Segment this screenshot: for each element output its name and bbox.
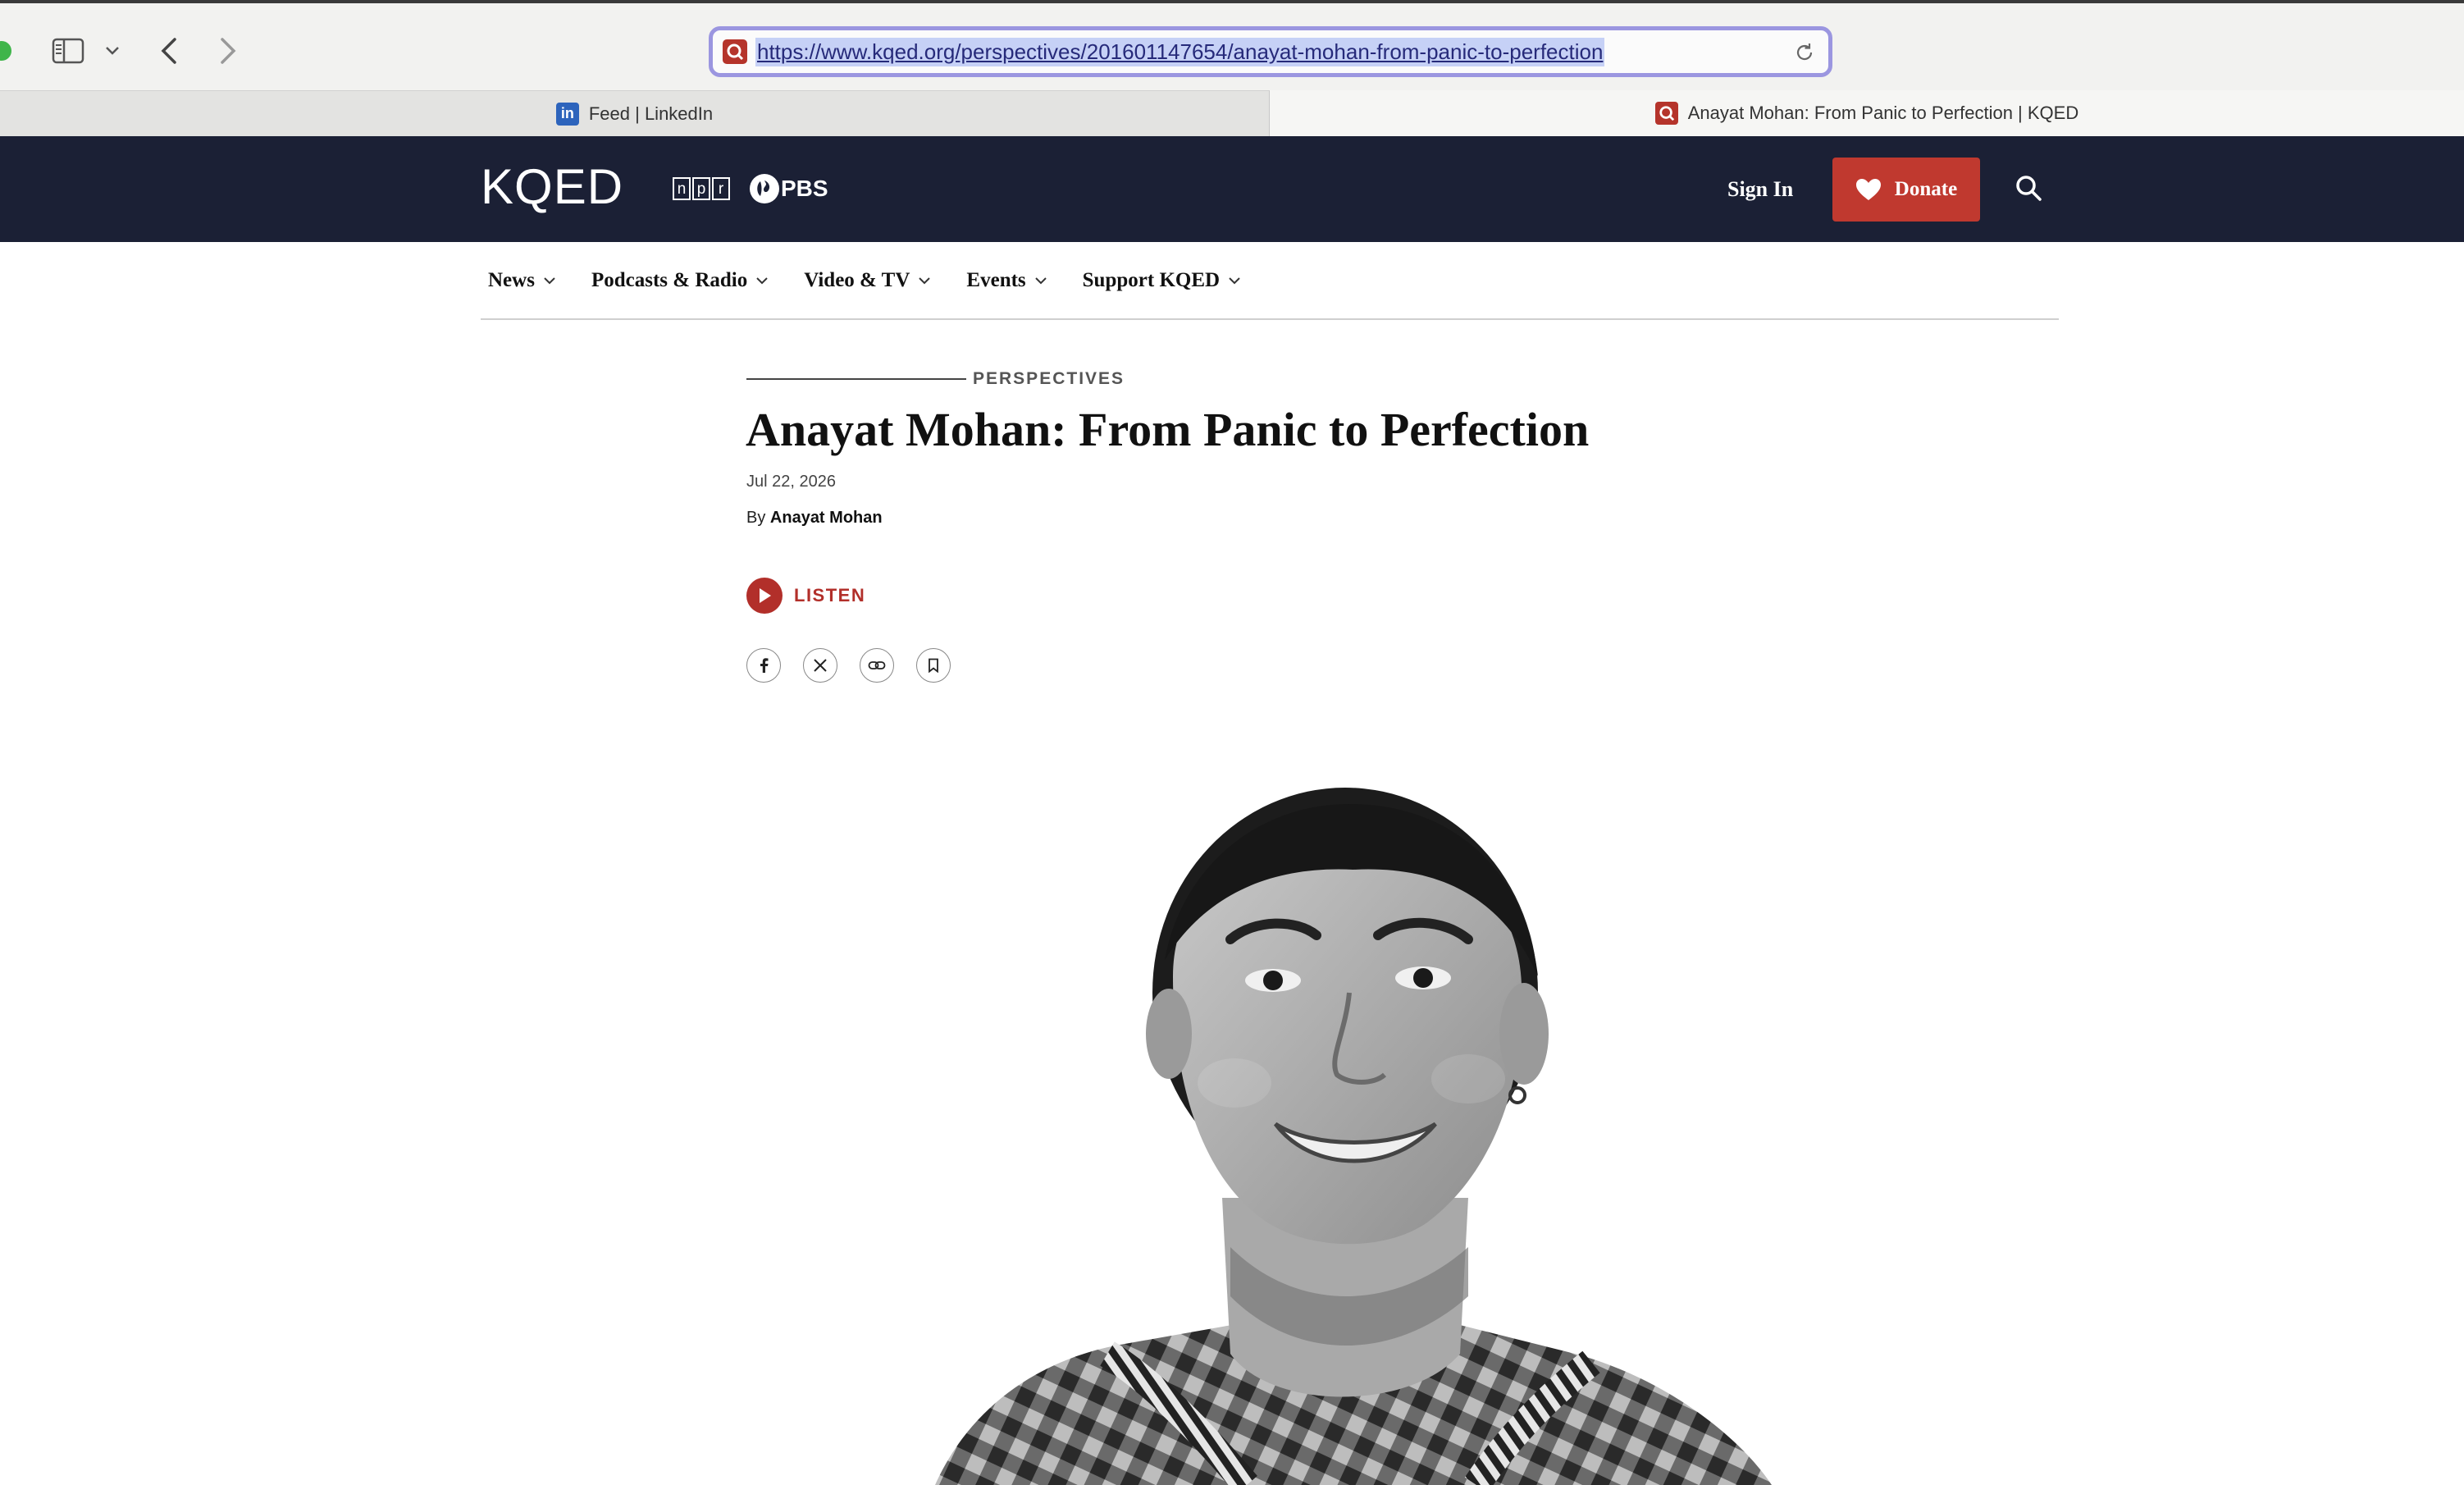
- site-header: KQED n p r PBS Sign In Donate: [0, 136, 2464, 242]
- chevron-down-icon: [1229, 276, 1240, 284]
- nav-label: Podcasts & Radio: [591, 268, 748, 291]
- linkedin-favicon-icon: in: [555, 102, 579, 126]
- kqed-favicon-icon: [723, 39, 747, 64]
- author-link[interactable]: Anayat Mohan: [770, 509, 883, 527]
- back-arrow-icon[interactable]: [153, 33, 185, 69]
- npr-letter: p: [692, 177, 710, 200]
- nav-label: News: [488, 268, 535, 291]
- article-date: Jul 22, 2026: [746, 473, 836, 491]
- article-title: Anayat Mohan: From Panic to Perfection: [746, 403, 1590, 456]
- nav-label: Events: [966, 268, 1026, 291]
- pbs-text: PBS: [781, 176, 828, 201]
- tab-linkedin[interactable]: in Feed | LinkedIn: [0, 90, 1270, 136]
- x-icon[interactable]: [803, 648, 837, 683]
- pbs-head-icon: [750, 174, 779, 203]
- chevron-down-icon: [919, 276, 931, 284]
- section-label[interactable]: PERSPECTIVES: [973, 369, 1125, 389]
- donate-button[interactable]: Donate: [1832, 158, 1980, 222]
- nav-item-podcasts-radio[interactable]: Podcasts & Radio: [591, 269, 769, 292]
- reload-icon[interactable]: [1792, 40, 1817, 65]
- nav-label: Video & TV: [804, 268, 910, 291]
- npr-logo[interactable]: n p r: [673, 177, 732, 200]
- heart-icon: [1855, 179, 1881, 200]
- tab-kqed-article[interactable]: Anayat Mohan: From Panic to Perfection |…: [1270, 90, 2464, 136]
- nav-label: Support KQED: [1082, 268, 1221, 291]
- nav-item-events[interactable]: Events: [966, 269, 1047, 292]
- article-hero-photo: [902, 788, 1805, 1485]
- address-bar[interactable]: https://www.kqed.org/perspectives/201601…: [709, 26, 1832, 77]
- npr-letter: r: [712, 177, 730, 200]
- pbs-logo[interactable]: PBS: [750, 174, 828, 203]
- byline-prefix: By: [746, 509, 766, 527]
- tab-title: Feed | LinkedIn: [588, 103, 714, 124]
- sign-in-link[interactable]: Sign In: [1727, 177, 1793, 202]
- kqed-logo[interactable]: KQED: [481, 162, 623, 212]
- link-icon[interactable]: [860, 648, 894, 683]
- chevron-down-icon: [1034, 276, 1047, 284]
- donate-label: Donate: [1894, 178, 1958, 200]
- facebook-icon[interactable]: [746, 648, 781, 683]
- nav-item-video-tv[interactable]: Video & TV: [804, 269, 931, 292]
- sidebar-toggle-icon[interactable]: [49, 34, 87, 67]
- bookmark-icon[interactable]: [916, 648, 951, 683]
- nav-item-support-kqed[interactable]: Support KQED: [1083, 269, 1241, 292]
- kqed-favicon-icon: [1654, 102, 1678, 125]
- url-text[interactable]: https://www.kqed.org/perspectives/201601…: [755, 37, 1605, 66]
- nav-item-news[interactable]: News: [488, 269, 556, 292]
- tab-bar: in Feed | LinkedIn Anayat Mohan: From Pa…: [0, 90, 2464, 136]
- search-icon[interactable]: [2013, 172, 2044, 203]
- tab-title: Anayat Mohan: From Panic to Perfection |…: [1687, 103, 2079, 123]
- forward-arrow-icon[interactable]: [212, 33, 244, 69]
- browser-toolbar: https://www.kqed.org/perspectives/201601…: [0, 0, 2464, 90]
- kicker-rule: [746, 378, 966, 380]
- byline: By Anayat Mohan: [746, 509, 883, 528]
- listen-button[interactable]: LISTEN: [746, 578, 865, 614]
- play-icon: [746, 578, 783, 614]
- main-nav: News Podcasts & Radio Video & TV Events …: [481, 242, 2059, 320]
- npr-letter: n: [673, 177, 691, 200]
- section-kicker: PERSPECTIVES: [746, 369, 1125, 389]
- window-zoom-button[interactable]: [0, 41, 11, 61]
- chevron-down-icon: [544, 276, 555, 284]
- listen-label: LISTEN: [794, 585, 866, 605]
- chevron-down-icon[interactable]: [102, 39, 123, 62]
- chevron-down-icon: [756, 276, 768, 284]
